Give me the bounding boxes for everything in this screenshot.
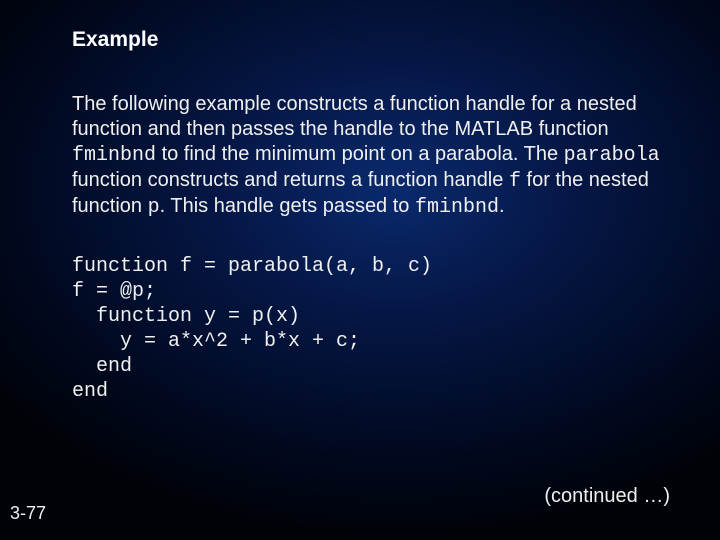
code-inline-f: f (509, 170, 521, 193)
para-text-5: . This handle gets passed to (160, 195, 415, 217)
continued-label: (continued …) (544, 485, 670, 508)
para-text-1: The following example constructs a funct… (72, 93, 637, 140)
code-inline-p: p (148, 196, 160, 219)
para-text-2: to find the minimum point on a parabola.… (156, 143, 564, 165)
code-block: function f = parabola(a, b, c) f = @p; f… (72, 254, 680, 404)
code-inline-fminbnd-2: fminbnd (415, 196, 499, 219)
code-inline-fminbnd-1: fminbnd (72, 144, 156, 167)
page-number: 3-77 (10, 503, 46, 524)
slide-content: Example The following example constructs… (72, 28, 680, 404)
heading-example: Example (72, 28, 680, 52)
para-text-6: . (499, 195, 505, 217)
para-text-3: function constructs and returns a functi… (72, 169, 509, 191)
description-paragraph: The following example constructs a funct… (72, 92, 680, 220)
code-inline-parabola: parabola (564, 144, 660, 167)
